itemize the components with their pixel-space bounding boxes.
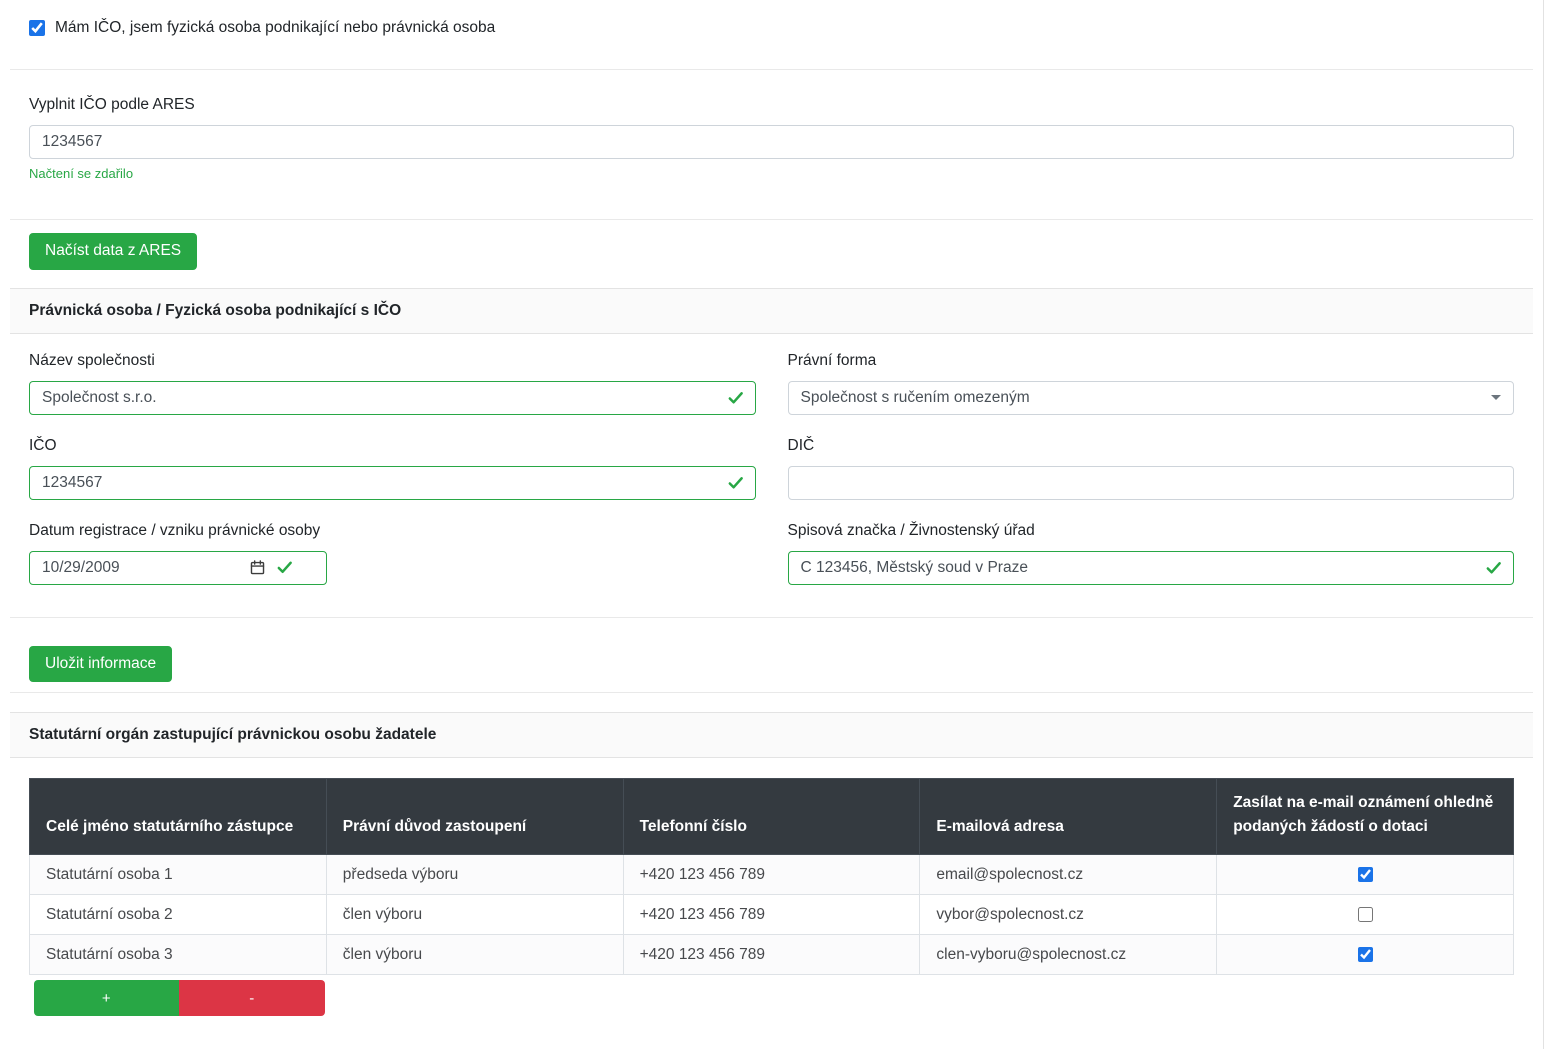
- registration-date-field: Datum registrace / vzniku právnické osob…: [29, 522, 756, 585]
- col-header-notify: Zasílat na e-mail oznámení ohledně podan…: [1217, 779, 1514, 855]
- dic-field: DIČ: [788, 437, 1515, 500]
- add-row-button[interactable]: +: [34, 980, 180, 1016]
- calendar-icon[interactable]: [249, 559, 266, 576]
- ares-ico-input[interactable]: [42, 133, 1501, 151]
- cell-email: email@spolecnost.cz: [920, 855, 1217, 895]
- company-name-field: Název společnosti: [29, 352, 756, 415]
- ares-section: Vyplnit IČO podle ARES Načtení se zdařil…: [10, 70, 1533, 220]
- col-header-phone: Telefonní číslo: [623, 779, 920, 855]
- has-ico-section: Mám IČO, jsem fyzická osoba podnikající …: [10, 0, 1533, 70]
- file-number-field: Spisová značka / Živnostenský úřad: [788, 522, 1515, 585]
- cell-email: clen-vyboru@spolecnost.cz: [920, 935, 1217, 975]
- notify-checkbox[interactable]: [1358, 947, 1373, 962]
- statutory-section-title: Statutární orgán zastupující právnickou …: [10, 713, 1533, 758]
- cell-phone: +420 123 456 789: [623, 855, 920, 895]
- file-number-wrap: [788, 551, 1515, 585]
- registration-date-label: Datum registrace / vzniku právnické osob…: [29, 522, 756, 540]
- legal-form-label: Právní forma: [788, 352, 1515, 370]
- ares-ico-label: Vyplnit IČO podle ARES: [29, 96, 1514, 114]
- table-row: Statutární osoba 1 předseda výboru +420 …: [30, 855, 1514, 895]
- ico-field: IČO: [29, 437, 756, 500]
- has-ico-checkbox[interactable]: [29, 20, 45, 36]
- company-card: Právnická osoba / Fyzická osoba podnikaj…: [10, 288, 1533, 618]
- cell-name: Statutární osoba 2: [30, 895, 327, 935]
- cell-reason: předseda výboru: [326, 855, 623, 895]
- cell-name: Statutární osoba 3: [30, 935, 327, 975]
- cell-reason: člen výboru: [326, 935, 623, 975]
- cell-phone: +420 123 456 789: [623, 895, 920, 935]
- notify-checkbox[interactable]: [1358, 907, 1373, 922]
- dic-label: DIČ: [788, 437, 1515, 455]
- legal-form-select[interactable]: Společnost s ručením omezeným: [788, 381, 1515, 415]
- table-row: Statutární osoba 2 člen výboru +420 123 …: [30, 895, 1514, 935]
- table-row: Statutární osoba 3 člen výboru +420 123 …: [30, 935, 1514, 975]
- ares-status-text: Načtení se zdařilo: [29, 166, 1514, 181]
- col-header-name: Celé jméno statutárního zástupce: [30, 779, 327, 855]
- valid-check-icon: [726, 388, 745, 407]
- ico-wrap: [29, 466, 756, 500]
- statutory-table-wrap: Celé jméno statutárního zástupce Právní …: [10, 758, 1533, 1036]
- table-header-row: Celé jméno statutárního zástupce Právní …: [30, 779, 1514, 855]
- company-name-label: Název společnosti: [29, 352, 756, 370]
- ico-label: IČO: [29, 437, 756, 455]
- save-section: Uložit informace: [10, 618, 1533, 694]
- has-ico-label: Mám IČO, jsem fyzická osoba podnikající …: [55, 19, 495, 37]
- legal-form-value: Společnost s ručením omezeným: [801, 389, 1030, 407]
- chevron-down-icon: [1491, 395, 1501, 400]
- file-number-label: Spisová značka / Živnostenský úřad: [788, 522, 1515, 540]
- ares-ico-field-wrap: [29, 125, 1514, 159]
- cell-reason: člen výboru: [326, 895, 623, 935]
- ares-button-section: Načíst data z ARES: [10, 220, 1533, 288]
- company-section-title: Právnická osoba / Fyzická osoba podnikaj…: [10, 289, 1533, 334]
- cell-name: Statutární osoba 1: [30, 855, 327, 895]
- dic-wrap: [788, 466, 1515, 500]
- col-header-email: E-mailová adresa: [920, 779, 1217, 855]
- registration-date-value: 10/29/2009: [42, 559, 241, 577]
- file-number-input[interactable]: [801, 559, 1502, 577]
- has-ico-row: Mám IČO, jsem fyzická osoba podnikající …: [29, 19, 1514, 37]
- company-form: Název společnosti Právní forma Společnos…: [10, 334, 1533, 617]
- ico-input[interactable]: [42, 474, 743, 492]
- save-info-button[interactable]: Uložit informace: [29, 646, 172, 683]
- company-name-wrap: [29, 381, 756, 415]
- cell-phone: +420 123 456 789: [623, 935, 920, 975]
- cell-email: vybor@spolecnost.cz: [920, 895, 1217, 935]
- registration-date-input[interactable]: 10/29/2009: [29, 551, 327, 585]
- legal-form-field: Právní forma Společnost s ručením omezen…: [788, 352, 1515, 415]
- notify-checkbox[interactable]: [1358, 867, 1373, 882]
- valid-check-icon: [726, 473, 745, 492]
- remove-row-button[interactable]: -: [179, 980, 325, 1016]
- form-page: Mám IČO, jsem fyzická osoba podnikající …: [0, 0, 1544, 1049]
- company-name-input[interactable]: [42, 389, 743, 407]
- col-header-reason: Právní důvod zastoupení: [326, 779, 623, 855]
- dic-input[interactable]: [801, 474, 1502, 492]
- valid-check-icon: [275, 558, 294, 577]
- table-footer-row: + -: [30, 975, 1514, 1017]
- statutory-table: Celé jméno statutárního zástupce Právní …: [29, 778, 1514, 1016]
- load-ares-button[interactable]: Načíst data z ARES: [29, 233, 197, 270]
- valid-check-icon: [1484, 558, 1503, 577]
- statutory-card: Statutární orgán zastupující právnickou …: [10, 712, 1533, 1036]
